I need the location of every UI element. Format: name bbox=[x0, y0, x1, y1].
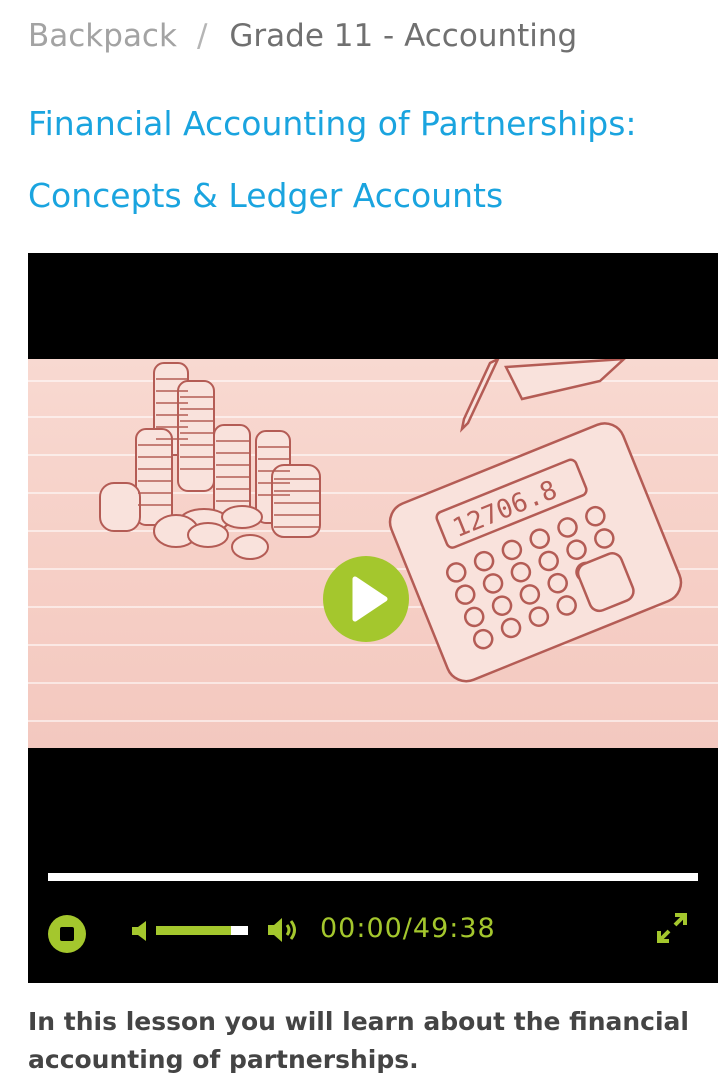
lesson-title: Financial Accounting of Partnerships: Co… bbox=[28, 104, 637, 215]
breadcrumb-separator: / bbox=[196, 18, 208, 54]
volume-slider[interactable] bbox=[156, 926, 248, 935]
video-thumbnail[interactable]: 12706.8 bbox=[28, 359, 718, 748]
breadcrumb-current-course[interactable]: Grade 11 - Accounting bbox=[229, 18, 577, 54]
video-player: 12706.8 00:00/49:38 bbox=[28, 253, 718, 983]
breadcrumb: Backpack / Grade 11 - Accounting bbox=[28, 18, 577, 54]
progress-bar[interactable] bbox=[48, 873, 698, 881]
speaker-mute-icon[interactable] bbox=[130, 919, 150, 947]
stop-button[interactable] bbox=[48, 915, 86, 953]
play-icon bbox=[352, 576, 388, 622]
play-button[interactable] bbox=[323, 556, 409, 642]
stop-icon bbox=[60, 927, 74, 941]
lesson-intro: In this lesson you will learn about the … bbox=[28, 1007, 689, 1074]
breadcrumb-link-backpack[interactable]: Backpack bbox=[28, 18, 177, 54]
time-display: 00:00/49:38 bbox=[320, 913, 496, 944]
speaker-volume-icon[interactable] bbox=[266, 915, 302, 949]
fullscreen-icon[interactable] bbox=[656, 912, 688, 948]
volume-level bbox=[156, 926, 232, 935]
coins-calculator-illustration: 12706.8 bbox=[28, 359, 718, 722]
